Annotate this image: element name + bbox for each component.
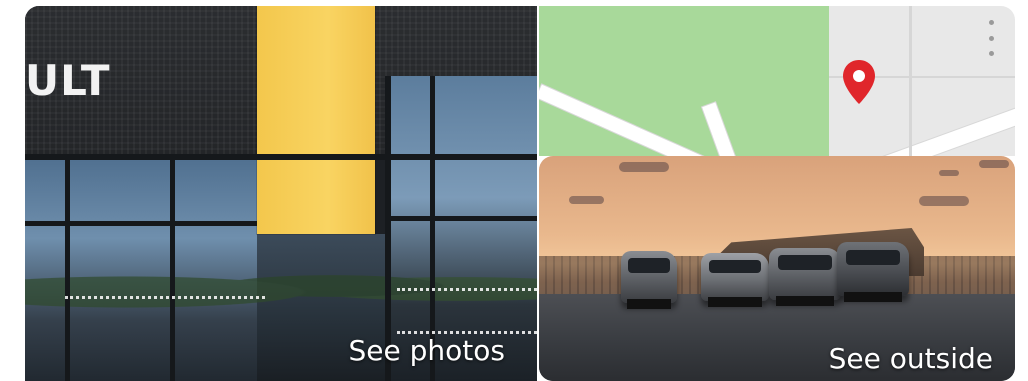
- cloud: [619, 162, 669, 172]
- cloud: [569, 196, 604, 204]
- photo-gallery: ULT See photos See outside: [0, 0, 1028, 381]
- location-pin-icon[interactable]: [839, 58, 879, 106]
- mullion: [25, 154, 537, 160]
- map-tile[interactable]: [539, 6, 1015, 156]
- more-vert-icon[interactable]: [981, 20, 1001, 56]
- see-photos-label: See photos: [348, 334, 505, 367]
- map-street-line: [909, 6, 912, 156]
- van: [701, 253, 769, 307]
- window-reflection: [25, 256, 537, 316]
- van: [837, 242, 909, 302]
- yellow-brand-panel: [257, 6, 375, 234]
- mullion: [385, 216, 537, 221]
- see-photos-tile[interactable]: ULT See photos: [25, 6, 537, 381]
- cloud: [939, 170, 959, 176]
- see-outside-label: See outside: [828, 342, 993, 375]
- cloud: [919, 196, 969, 206]
- map-road: [872, 92, 1015, 156]
- van: [769, 248, 841, 306]
- dealership-sign: ULT: [25, 56, 111, 105]
- map-park-area: [539, 6, 829, 156]
- mullion: [65, 156, 70, 381]
- van: [621, 251, 677, 309]
- see-outside-tile[interactable]: See outside: [539, 156, 1015, 381]
- glass-safety-dots: [397, 288, 537, 291]
- cloud: [979, 160, 1009, 168]
- mullion: [25, 221, 257, 226]
- mullion: [170, 156, 175, 381]
- glass-safety-dots: [65, 296, 265, 299]
